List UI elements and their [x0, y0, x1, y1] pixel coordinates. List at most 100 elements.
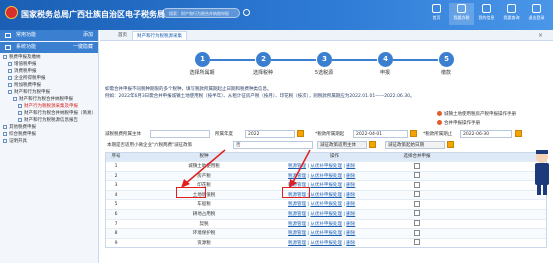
- priority-report-link[interactable]: 从优补申报处理: [310, 241, 342, 246]
- merge-manual-button[interactable]: 合并申报操作手册: [437, 119, 547, 126]
- tree-item[interactable]: 证明开具: [0, 138, 98, 145]
- priority-report-link[interactable]: 从优补申报处理: [310, 212, 342, 217]
- nav-home[interactable]: 首页: [424, 3, 449, 25]
- table-row: 8 环境保护税 税源管理 | 从优补申报处理 | 删除: [106, 228, 546, 238]
- table-row: 1 城镇土地使用税 税源管理 | 从优补申报处理 | 删除: [106, 161, 546, 171]
- delete-link[interactable]: 删除: [346, 212, 355, 217]
- delete-link[interactable]: 删除: [346, 164, 355, 169]
- table-header: 序号 税种 操作 选择合并申报: [106, 153, 546, 161]
- step-label: 申报: [379, 70, 390, 76]
- table-row-stamp-tax: 3 印花税 税源管理 | 从优补申报处理 | 删除: [106, 180, 546, 190]
- period-end-field[interactable]: 2022-06-30: [460, 130, 512, 138]
- tree-item[interactable]: 附加税费申报: [0, 82, 98, 89]
- tree-item[interactable]: 消费税申报: [0, 68, 98, 75]
- merge-checkbox[interactable]: [414, 200, 420, 207]
- step-wizard: 1 2 3 4 5 选择所属期 选择税种 5选税源 申报 缴款: [189, 52, 455, 82]
- nav-tax[interactable]: 我要办税: [449, 3, 474, 25]
- merge-checkbox[interactable]: [414, 162, 420, 169]
- service-avatar-icon[interactable]: [533, 148, 551, 196]
- priority-report-link[interactable]: 从优补申报处理: [310, 193, 342, 198]
- tree-item[interactable]: 财产和行为税税源信息报告: [0, 117, 98, 124]
- common-functions-header[interactable]: 常用功能 添加: [0, 30, 98, 41]
- tree-item[interactable]: 增值税申报: [0, 61, 98, 68]
- close-icon[interactable]: ×: [538, 32, 543, 39]
- delete-link[interactable]: 删除: [346, 174, 355, 179]
- folder-toggle-icon: [3, 124, 7, 129]
- source-manage-link[interactable]: 税源管理: [288, 212, 306, 217]
- folder-toggle-icon: [3, 54, 7, 59]
- calendar-icon[interactable]: [447, 141, 454, 148]
- merge-checkbox[interactable]: [414, 172, 420, 179]
- tree-item[interactable]: 其他税费申报: [0, 124, 98, 131]
- year-field[interactable]: 2022: [245, 130, 295, 138]
- priority-report-link[interactable]: 从优补申报处理: [310, 202, 342, 207]
- delete-link[interactable]: 删除: [346, 241, 355, 246]
- collapse-all-button[interactable]: 一键隐藏: [73, 42, 93, 53]
- calendar-icon[interactable]: [410, 130, 417, 137]
- merge-checkbox[interactable]: [414, 229, 420, 236]
- source-select[interactable]: [150, 130, 210, 138]
- priority-report-link[interactable]: 从优补申报处理: [310, 231, 342, 236]
- system-functions-header[interactable]: 系统功能 一键隐藏: [0, 42, 98, 53]
- step-connector: [393, 59, 438, 61]
- merge-checkbox[interactable]: [414, 181, 420, 188]
- file-icon: [18, 117, 22, 122]
- land-tax-manual-button[interactable]: 城镇土地使用税房产税申报操作手册: [437, 110, 547, 117]
- merge-checkbox[interactable]: [414, 239, 420, 246]
- folder-toggle-icon: [8, 82, 12, 87]
- source-manage-link[interactable]: 税源管理: [288, 241, 306, 246]
- folder-toggle-icon: [3, 131, 7, 136]
- home-icon: [432, 4, 441, 13]
- table-row: 2 房产税 税源管理 | 从优补申报处理 | 删除: [106, 170, 546, 181]
- tree-item-active[interactable]: 财产行为税税源采集及申报: [0, 103, 98, 110]
- calendar-icon[interactable]: [297, 130, 304, 137]
- delete-link[interactable]: 删除: [346, 183, 355, 188]
- search-icon[interactable]: [243, 9, 250, 16]
- header-bar: 国家税务总局广西壮族自治区电子税务局 搜索：财产和行为税合并纳税申报 首页 我要…: [0, 0, 553, 30]
- source-manage-link[interactable]: 税源管理: [288, 231, 306, 236]
- nav-query[interactable]: 我要查询: [499, 3, 524, 25]
- form-row-policy: 本期是否适用小微企业"六税两费"减征政策 否 减征政策适用主体 减征政策起始日期: [105, 141, 545, 150]
- delete-link[interactable]: 删除: [346, 231, 355, 236]
- site-title: 国家税务总局广西壮族自治区电子税务局: [21, 10, 165, 19]
- tax-type-table: 序号 税种 操作 选择合并申报 1 城镇土地使用税 税源管理 | 从优补申报处理…: [105, 152, 547, 249]
- tree-item[interactable]: 税费申报及缴纳: [0, 54, 98, 61]
- user-icon: [482, 4, 491, 13]
- period-start-field[interactable]: 2022-04-01: [353, 130, 408, 138]
- tab-active[interactable]: 财产和行为税税源采集: [132, 31, 187, 40]
- nav-logout[interactable]: 退出登录: [524, 3, 549, 25]
- calendar-icon[interactable]: [515, 130, 522, 137]
- table-row: 9 资源税 税源管理 | 从优补申报处理 | 删除: [106, 237, 546, 248]
- nav-profile[interactable]: 我的信息: [474, 3, 499, 25]
- merge-checkbox[interactable]: [414, 191, 420, 198]
- reduce-subject-field[interactable]: 减征政策适用主体: [317, 141, 367, 149]
- tree-item[interactable]: 财产和行为税申报: [0, 89, 98, 96]
- merge-checkbox[interactable]: [414, 210, 420, 217]
- tree-item[interactable]: 综合税费申报: [0, 131, 98, 138]
- step-connector: [271, 59, 316, 61]
- merge-checkbox[interactable]: [414, 220, 420, 227]
- table-row: 5 车船税 税源管理 | 从优补申报处理 | 删除: [106, 199, 546, 209]
- help-icon: [437, 111, 442, 116]
- add-common-button[interactable]: 添加: [83, 30, 93, 41]
- tax-icon: [457, 4, 466, 13]
- top-nav: 首页 我要办税 我的信息 我要查询 退出登录: [424, 3, 549, 25]
- file-icon: [18, 103, 22, 108]
- priority-report-link[interactable]: 从优补申报处理: [310, 222, 342, 227]
- step-5: 5: [439, 52, 454, 67]
- delete-link[interactable]: 删除: [346, 193, 355, 198]
- delete-link[interactable]: 删除: [346, 202, 355, 207]
- search-input[interactable]: 搜索：财产和行为税合并纳税申报: [162, 8, 240, 18]
- reduce-start-field[interactable]: 减征政策起始日期: [385, 141, 445, 149]
- source-manage-link[interactable]: 税源管理: [288, 202, 306, 207]
- delete-link[interactable]: 删除: [346, 222, 355, 227]
- folder-toggle-icon: [8, 89, 12, 94]
- tree-item[interactable]: 财产和行为税合并纳税申报（简易）: [0, 110, 98, 117]
- grid-icon: [5, 33, 11, 38]
- tree-item[interactable]: 企业所得税申报: [0, 75, 98, 82]
- tree-item[interactable]: 财产和行为税合并纳税申报: [0, 96, 98, 103]
- source-manage-link[interactable]: 税源管理: [288, 222, 306, 227]
- tab-home[interactable]: 首页: [114, 31, 131, 40]
- calendar-icon[interactable]: [369, 141, 376, 148]
- step-2: 2: [256, 52, 271, 67]
